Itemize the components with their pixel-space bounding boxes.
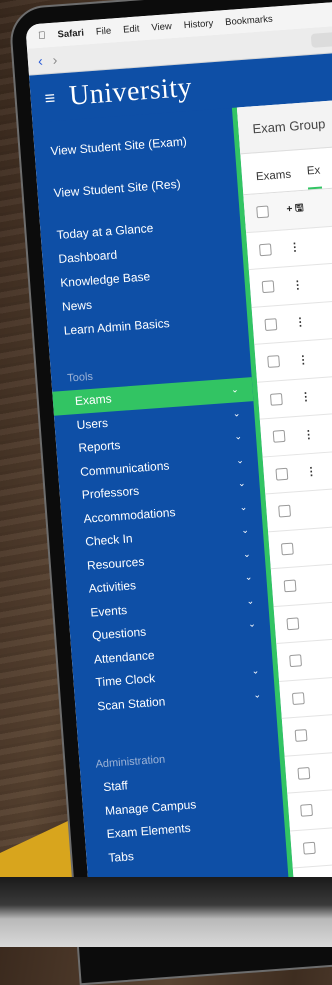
row-checkbox[interactable]: [300, 804, 314, 817]
sidebar-item-label: Users: [76, 415, 109, 432]
chevron-down-icon: ⌄: [230, 384, 239, 395]
row-checkbox[interactable]: [264, 317, 278, 331]
row-checkbox[interactable]: [261, 280, 275, 294]
address-bar[interactable]: [310, 26, 332, 48]
chevron-down-icon: ⌄: [240, 524, 250, 536]
sidebar-item-label: Tabs: [107, 848, 135, 865]
forward-icon[interactable]: ›: [52, 52, 58, 68]
sidebar-item-label: Staff: [102, 778, 129, 795]
row-checkbox[interactable]: [286, 617, 300, 630]
row-checkbox[interactable]: [280, 542, 294, 556]
tab-exams[interactable]: Exams: [256, 169, 293, 194]
chevron-down-icon: ⌄: [235, 454, 245, 465]
sidebar-item-label: Reports: [77, 437, 121, 456]
select-all-checkbox[interactable]: [256, 205, 270, 219]
sidebar-item-label: Scan Station: [96, 693, 166, 713]
sidebar-item-label: Events: [89, 602, 128, 620]
back-icon[interactable]: ‹: [37, 53, 43, 69]
chevron-down-icon: ⌄: [237, 477, 246, 489]
hamburger-menu-icon[interactable]: ≡: [44, 87, 56, 109]
row-checkbox[interactable]: [275, 467, 289, 481]
row-checkbox[interactable]: [278, 504, 292, 518]
tab-ex[interactable]: Ex: [306, 164, 322, 190]
row-checkbox[interactable]: [291, 691, 305, 705]
chevron-down-icon: ⌄: [247, 618, 257, 630]
sidebar-item-label: Exams: [74, 391, 113, 409]
drag-handle-icon[interactable]: ⋮: [305, 465, 316, 479]
menu-edit[interactable]: Edit: [123, 23, 140, 35]
drag-handle-icon[interactable]: ⋮: [297, 353, 308, 367]
chevron-down-icon: ⌄: [251, 665, 260, 676]
add-save-icon[interactable]: + 🖫: [286, 201, 304, 219]
row-checkbox[interactable]: [302, 841, 316, 855]
brand-title[interactable]: University: [68, 72, 193, 113]
chevron-down-icon: ⌄: [232, 407, 241, 419]
row-checkbox[interactable]: [258, 243, 272, 256]
apple-icon[interactable]: : [38, 30, 46, 42]
chevron-down-icon: ⌄: [234, 431, 243, 442]
menu-bookmarks[interactable]: Bookmarks: [225, 13, 273, 27]
drag-handle-icon[interactable]: ⋮: [292, 278, 303, 292]
row-checkbox[interactable]: [272, 430, 286, 443]
page-title: Exam Group: [236, 97, 332, 155]
row-checkbox[interactable]: [297, 766, 311, 780]
menu-history[interactable]: History: [183, 18, 213, 31]
sidebar-item-label: Activities: [88, 578, 137, 596]
chevron-down-icon: ⌄: [246, 595, 255, 606]
chevron-down-icon: ⌄: [242, 548, 251, 559]
menu-view[interactable]: View: [151, 21, 172, 33]
laptop-base: [0, 877, 332, 947]
row-checkbox[interactable]: [269, 392, 283, 406]
sidebar-item-label: Resources: [86, 554, 145, 573]
row-checkbox[interactable]: [294, 729, 308, 743]
drag-handle-icon[interactable]: ⋮: [294, 315, 305, 329]
row-checkbox[interactable]: [267, 355, 281, 369]
row-checkbox[interactable]: [289, 654, 303, 668]
chevron-down-icon: ⌄: [253, 688, 262, 700]
menu-file[interactable]: File: [95, 25, 111, 37]
drag-handle-icon[interactable]: ⋮: [300, 390, 311, 404]
drag-handle-icon[interactable]: ⋮: [289, 241, 300, 255]
chevron-down-icon: ⌄: [244, 571, 253, 583]
drag-handle-icon[interactable]: ⋮: [303, 428, 314, 442]
chevron-down-icon: ⌄: [239, 501, 248, 512]
menu-safari[interactable]: Safari: [57, 27, 84, 40]
sidebar-item-label: Check In: [84, 531, 134, 549]
row-checkbox[interactable]: [283, 579, 297, 593]
